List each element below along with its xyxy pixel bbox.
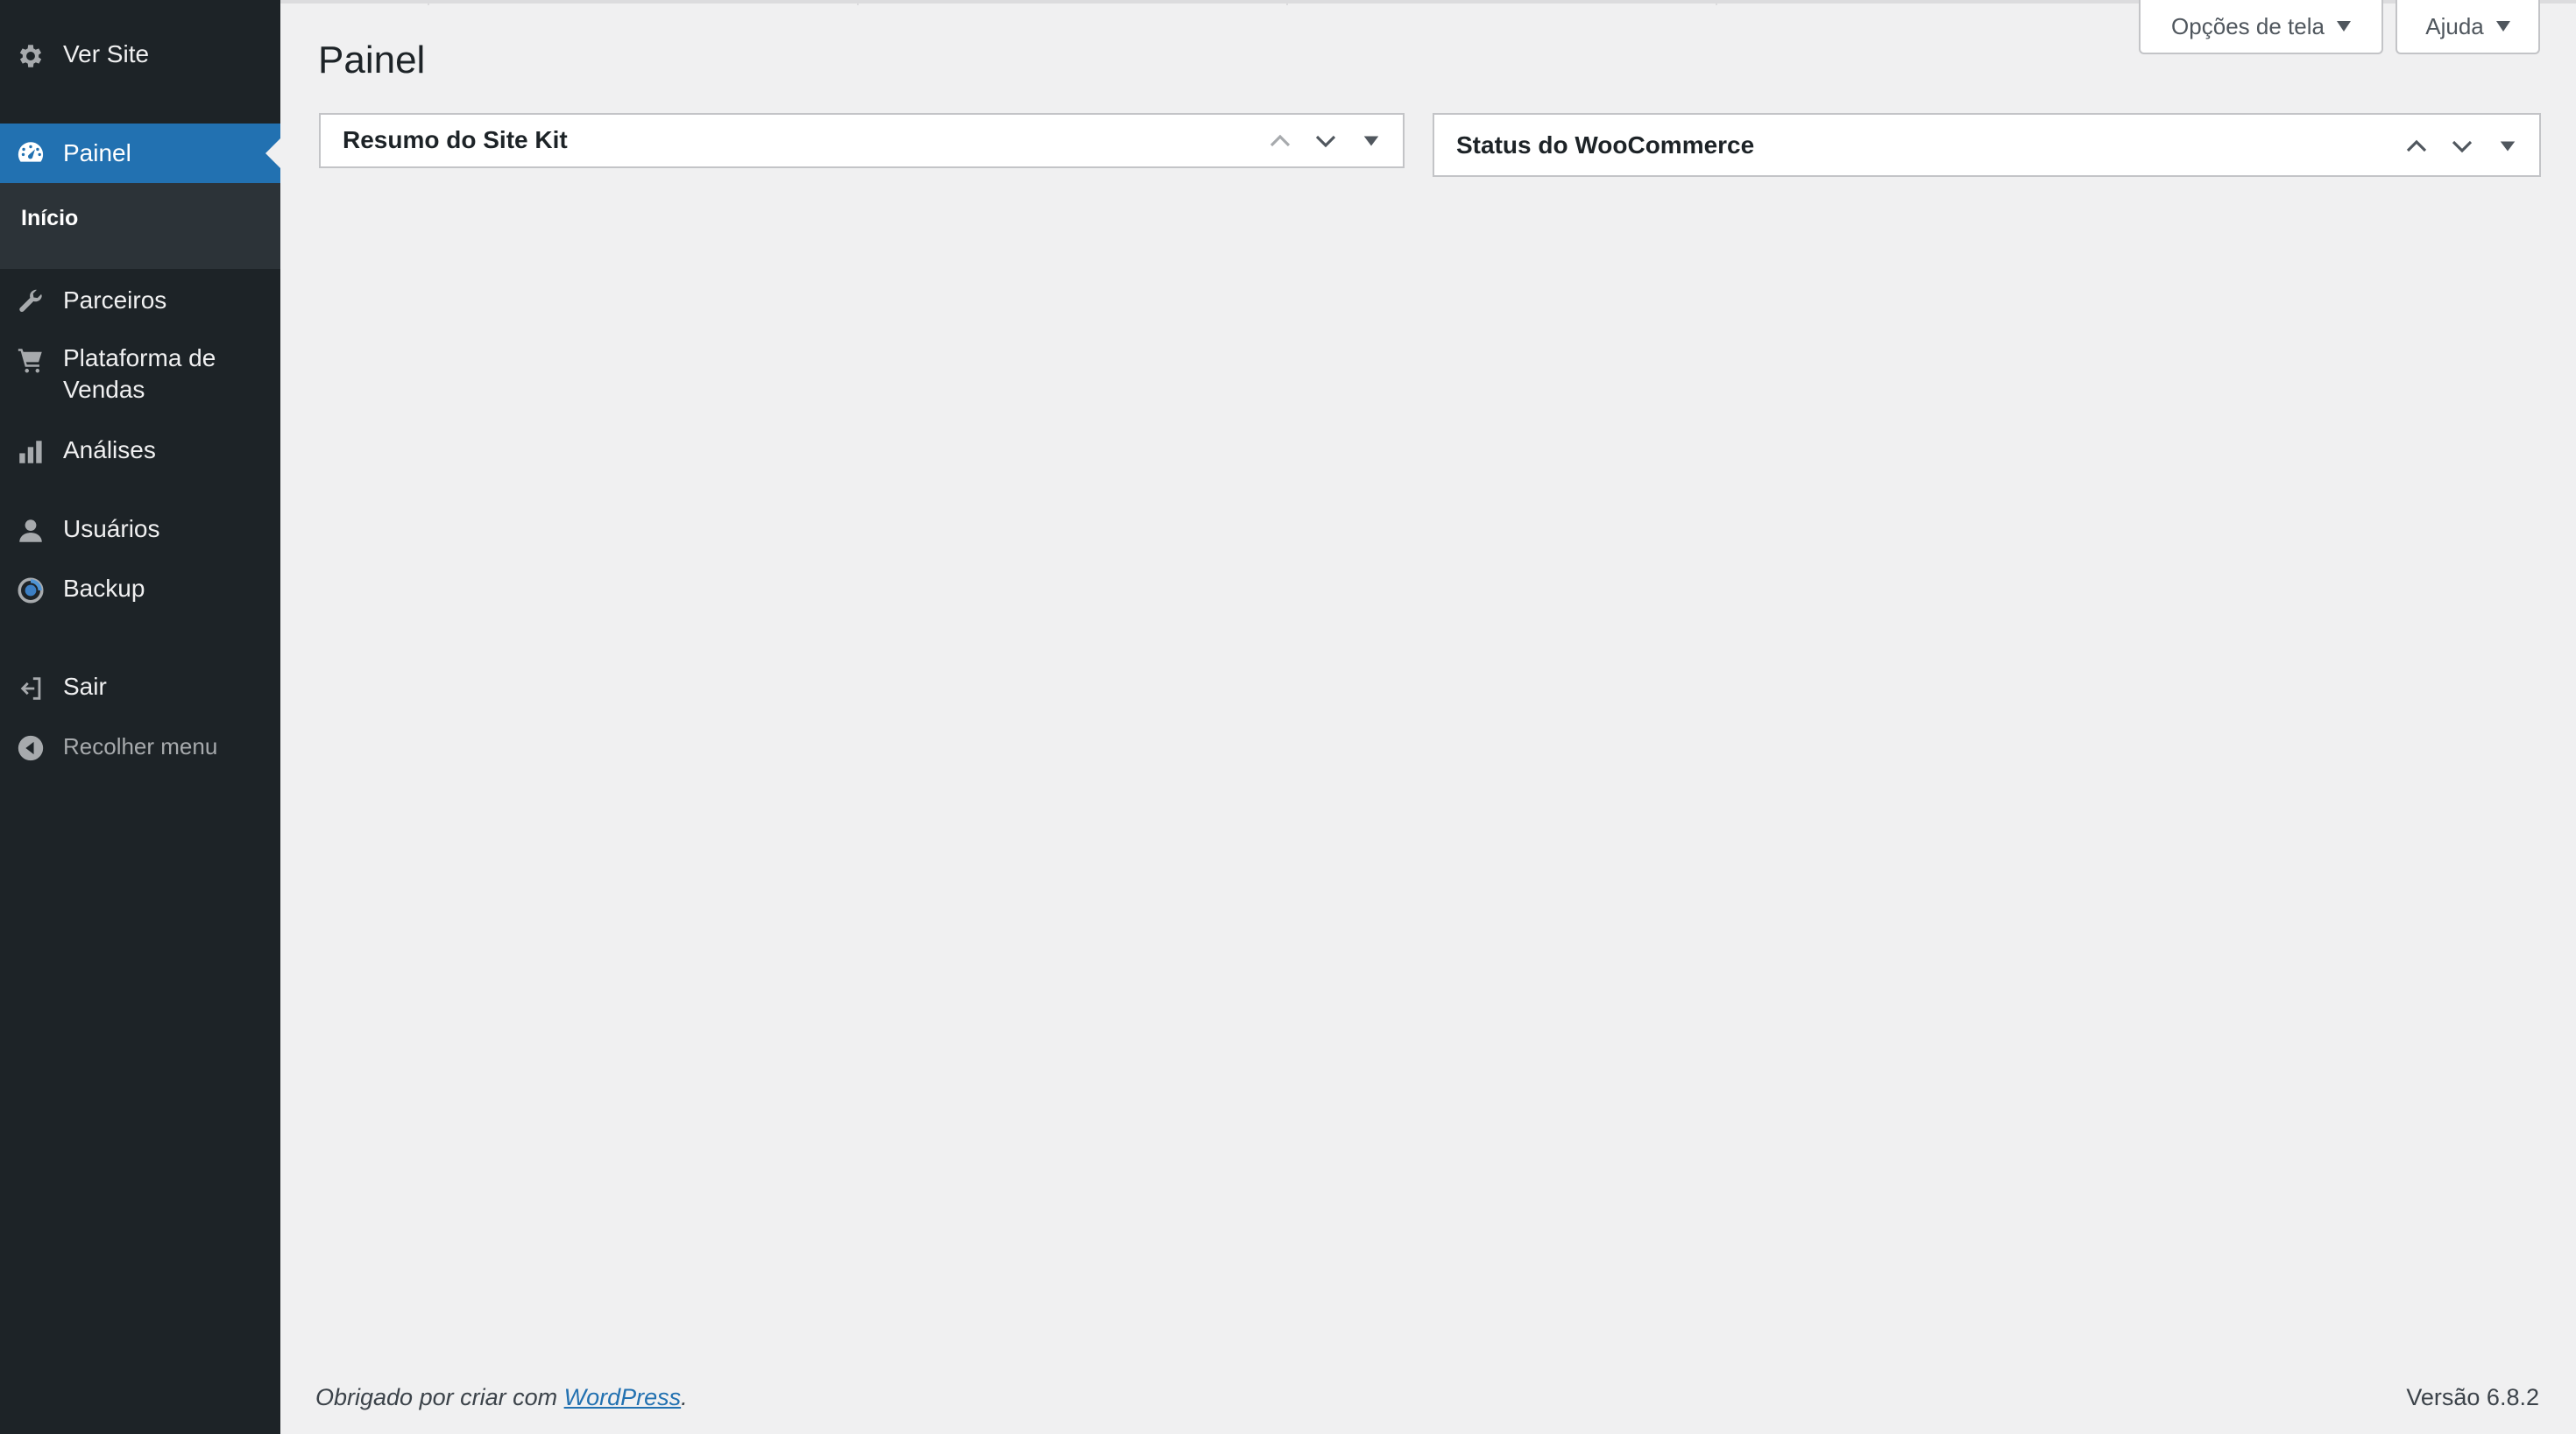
- widget-controls: [1257, 124, 1394, 159]
- wordpress-link[interactable]: WordPress: [564, 1384, 682, 1410]
- caret-down-icon: [1363, 136, 1379, 146]
- cart-icon: [14, 343, 47, 377]
- dashboard-icon: [14, 137, 47, 170]
- gear-icon: [14, 39, 47, 73]
- collapse-arrow-icon: [14, 731, 47, 765]
- sidebar-item-plataforma-de-vendas[interactable]: Plataforma de Vendas: [0, 343, 280, 409]
- sidebar-item-label: Parceiros: [63, 286, 167, 314]
- screen-options-label: Opções de tela: [2171, 12, 2325, 39]
- help-button[interactable]: Ajuda: [2396, 0, 2540, 54]
- caret-down-icon: [2336, 21, 2351, 32]
- sidebar-item-ver-site[interactable]: Ver Site: [0, 39, 280, 74]
- help-label: Ajuda: [2425, 12, 2484, 39]
- chevron-up-icon: [2406, 139, 2427, 152]
- sidebar-item-label: Plataforma de Vendas: [63, 344, 216, 403]
- logout-icon: [14, 672, 47, 705]
- move-up-button[interactable]: [2394, 129, 2439, 164]
- sidebar-item-label: Usuários: [63, 515, 160, 542]
- toggle-panel-button[interactable]: [1348, 124, 1394, 159]
- move-down-button[interactable]: [2439, 129, 2485, 164]
- sidebar-item-usuarios[interactable]: Usuários: [0, 513, 280, 548]
- backup-icon: [14, 574, 47, 607]
- chevron-down-icon: [1315, 135, 1336, 148]
- sidebar-item-label: Análises: [63, 436, 156, 463]
- widget-site-kit-summary: Resumo do Site Kit: [319, 113, 1405, 168]
- painel-submenu: Início: [0, 183, 280, 269]
- user-icon: [14, 514, 47, 547]
- sidebar-item-parceiros[interactable]: Parceiros: [0, 285, 280, 320]
- toggle-panel-button[interactable]: [2485, 129, 2530, 164]
- sidebar-item-analises[interactable]: Análises: [0, 434, 280, 470]
- active-item-arrow: [265, 138, 280, 168]
- chevron-down-icon: [2452, 140, 2473, 153]
- sidebar-item-backup[interactable]: Backup: [0, 573, 280, 608]
- collapse-menu-label: Recolher menu: [63, 733, 218, 759]
- page-title: Painel: [318, 39, 426, 81]
- submenu-item-inicio[interactable]: Início: [21, 206, 78, 231]
- sidebar-item-painel[interactable]: Painel: [0, 124, 280, 183]
- widget-title: Resumo do Site Kit: [343, 126, 568, 153]
- widget-woocommerce-status: Status do WooCommerce: [1433, 113, 2541, 177]
- footer-thanks-suffix: .: [681, 1384, 688, 1410]
- sidebar-item-label: Backup: [63, 575, 145, 602]
- wp-admin-window: Ver Site Painel Início Parceiros Platafo…: [0, 0, 2576, 1434]
- move-down-button[interactable]: [1303, 124, 1348, 159]
- sidebar-item-label: Ver Site: [63, 40, 150, 67]
- caret-down-icon: [2500, 141, 2516, 152]
- widget-controls: [2394, 129, 2530, 164]
- admin-sidebar: Ver Site Painel Início Parceiros Platafo…: [0, 0, 280, 1434]
- footer-version: Versão 6.8.2: [2406, 1384, 2539, 1410]
- bar-chart-icon: [14, 435, 47, 469]
- screen-options-button[interactable]: Opções de tela: [2139, 0, 2383, 54]
- collapse-menu-button[interactable]: Recolher menu: [0, 731, 280, 766]
- caret-down-icon: [2495, 21, 2510, 32]
- chevron-up-icon: [1270, 134, 1291, 147]
- footer-thankyou: Obrigado por criar com WordPress.: [315, 1384, 688, 1411]
- move-up-button[interactable]: [1257, 124, 1303, 159]
- sidebar-item-label: Sair: [63, 673, 107, 700]
- sidebar-item-label: Painel: [63, 139, 131, 166]
- sidebar-item-sair[interactable]: Sair: [0, 671, 280, 706]
- widget-title: Status do WooCommerce: [1456, 131, 1755, 159]
- wrench-icon: [14, 286, 47, 319]
- footer-thanks-prefix: Obrigado por criar com: [315, 1384, 564, 1410]
